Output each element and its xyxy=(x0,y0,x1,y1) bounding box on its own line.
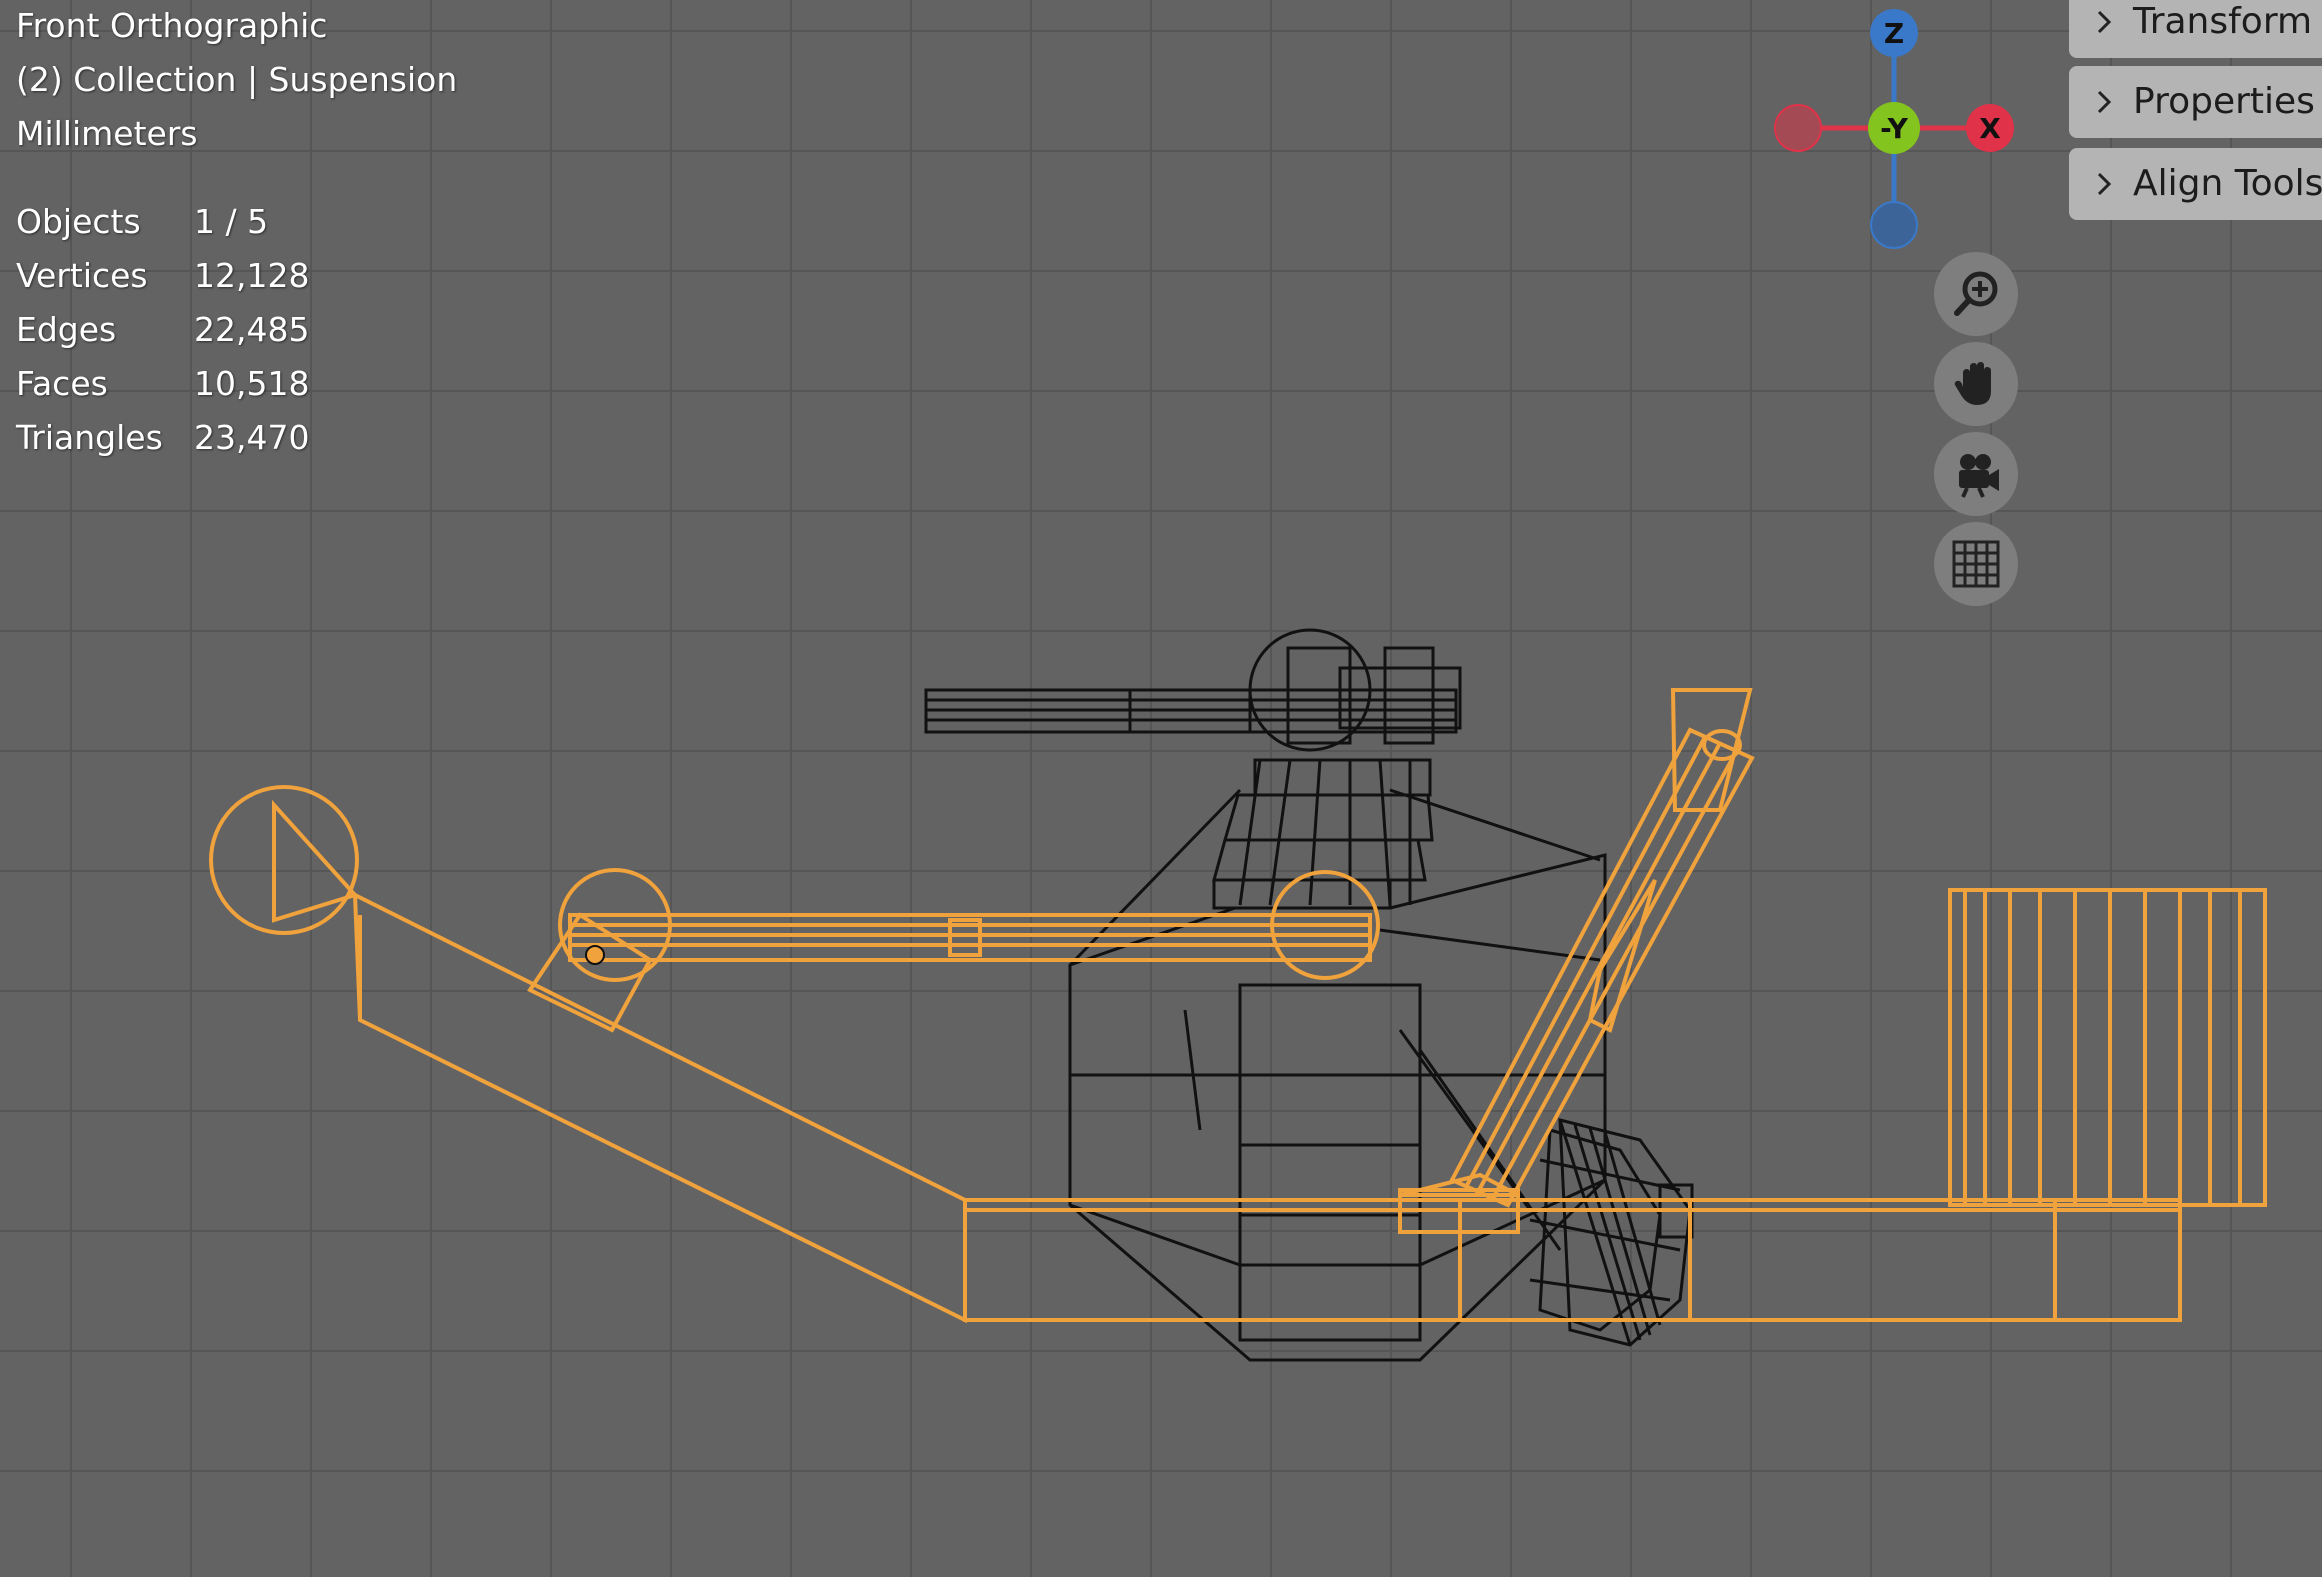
stat-triangles-value: 23,470 xyxy=(194,418,310,457)
stat-vertices-value: 12,128 xyxy=(194,256,310,295)
stat-edges-value: 22,485 xyxy=(194,310,310,349)
camera-icon xyxy=(1959,454,1999,498)
ortho-toggle-button[interactable] xyxy=(1934,522,2018,606)
panel-align-tools-label: Align Tools xyxy=(2133,163,2322,204)
pan-button[interactable] xyxy=(1934,342,2018,426)
wireframe-scene xyxy=(209,628,2267,1362)
origin-point xyxy=(585,945,605,965)
panel-transform-label: Transform xyxy=(2133,1,2313,42)
stat-faces-label: Faces xyxy=(16,364,108,403)
panel-properties[interactable]: Properties xyxy=(2069,66,2322,138)
view-name: Front Orthographic xyxy=(16,6,328,45)
stat-faces-value: 10,518 xyxy=(194,364,310,403)
chevron-right-icon xyxy=(2097,10,2112,34)
hand-pan-icon xyxy=(1954,362,1991,405)
selected-suspension-wireframe xyxy=(209,688,2267,1324)
stat-objects-value: 1 / 5 xyxy=(194,202,269,241)
stat-objects-label: Objects xyxy=(16,202,141,241)
3d-viewport[interactable]: Front Orthographic (2) Collection | Susp… xyxy=(0,0,2322,1577)
gizmo-neg-x-axis[interactable] xyxy=(1774,104,1822,152)
zoom-button[interactable] xyxy=(1934,252,2018,336)
panel-transform[interactable]: Transform xyxy=(2069,0,2322,58)
unit-system: Millimeters xyxy=(16,114,198,153)
chassis-wireframe xyxy=(924,628,1694,1362)
chevron-right-icon xyxy=(2097,172,2112,196)
stat-edges-label: Edges xyxy=(16,310,117,349)
stat-vertices-label: Vertices xyxy=(16,256,148,295)
gizmo-z-axis[interactable]: Z xyxy=(1870,9,1918,57)
gizmo-neg-z-axis[interactable] xyxy=(1870,201,1918,249)
panel-properties-label: Properties xyxy=(2133,81,2315,122)
gizmo-z-label: Z xyxy=(1883,16,1905,50)
chevron-right-icon xyxy=(2097,90,2112,114)
zoom-icon xyxy=(1954,271,1998,316)
gizmo-x-axis[interactable]: X xyxy=(1966,104,2014,152)
stat-triangles-label: Triangles xyxy=(16,418,163,457)
gizmo-neg-y-axis[interactable]: -Y xyxy=(1868,102,1920,154)
collection-info: (2) Collection | Suspension xyxy=(16,60,458,99)
panel-align-tools[interactable]: Align Tools xyxy=(2069,148,2322,220)
camera-view-button[interactable] xyxy=(1934,432,2018,516)
gizmo-x-label: X xyxy=(1979,111,2001,145)
gizmo-y-label: -Y xyxy=(1880,111,1908,145)
grid-icon xyxy=(1952,540,2000,588)
